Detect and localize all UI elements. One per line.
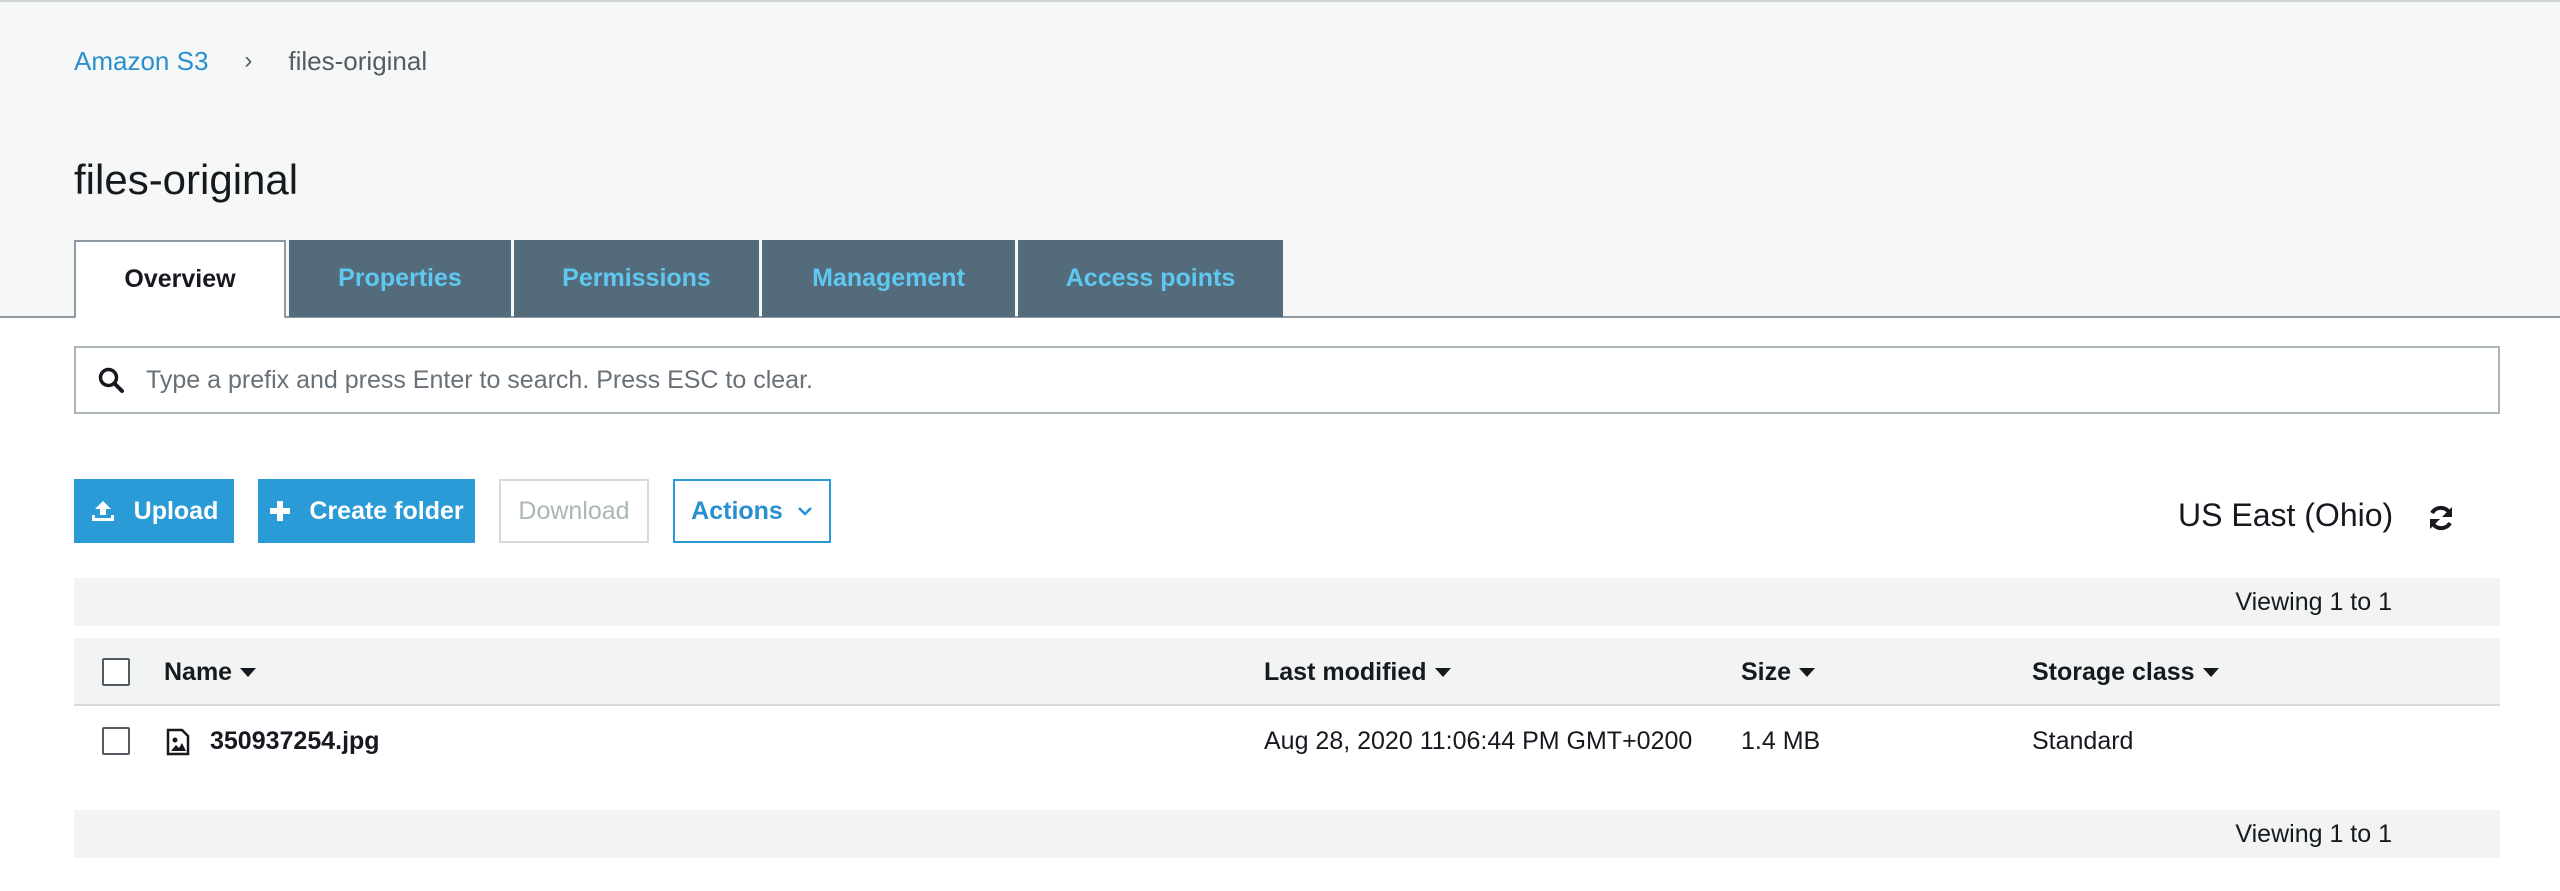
plus-icon: [269, 500, 291, 522]
breadcrumb-current: files-original: [288, 45, 428, 76]
viewing-bar-top: Viewing 1 to 1: [74, 578, 2500, 626]
toolbar: Upload Create folder Download Actions: [74, 479, 831, 543]
upload-label: Upload: [133, 496, 219, 525]
chevron-right-icon: ›: [244, 47, 253, 74]
column-size-label: Size: [1741, 657, 1792, 686]
chevron-down-icon: [797, 506, 813, 516]
file-name-link[interactable]: 350937254.jpg: [210, 708, 380, 774]
table-row: 350937254.jpg Aug 28, 2020 11:06:44 PM G…: [74, 708, 2500, 774]
sort-caret-icon: [240, 667, 257, 677]
select-all-checkbox[interactable]: [102, 658, 130, 686]
sort-caret-icon: [1434, 667, 1451, 677]
search-box: [74, 346, 2500, 414]
sort-caret-icon: [2202, 667, 2219, 677]
tab-overview[interactable]: Overview: [74, 240, 286, 319]
table-header: Name Last modified Size Storage class: [74, 638, 2500, 706]
search-icon: [76, 348, 146, 412]
upload-button[interactable]: Upload: [74, 479, 234, 543]
create-folder-button[interactable]: Create folder: [258, 479, 475, 543]
column-last-modified-label: Last modified: [1264, 657, 1427, 686]
tab-access-points[interactable]: Access points: [1018, 240, 1283, 317]
tab-properties[interactable]: Properties: [289, 240, 511, 317]
column-name-label: Name: [164, 657, 233, 686]
column-header-storage-class[interactable]: Storage class: [2032, 638, 2219, 706]
tab-permissions[interactable]: Permissions: [514, 240, 759, 317]
storage-class-cell: Standard: [2032, 726, 2134, 755]
actions-dropdown[interactable]: Actions: [673, 479, 831, 543]
viewing-range-top: Viewing 1 to 1: [2235, 587, 2392, 616]
breadcrumb: Amazon S3 › files-original: [74, 44, 427, 78]
actions-label: Actions: [691, 496, 783, 525]
download-button[interactable]: Download: [499, 479, 649, 543]
tab-bar: Overview Properties Permissions Manageme…: [74, 240, 1286, 319]
refresh-icon[interactable]: [2426, 503, 2456, 533]
search-input[interactable]: [146, 350, 2498, 410]
column-header-size[interactable]: Size: [1741, 638, 1816, 706]
upload-icon: [90, 498, 116, 524]
tab-management[interactable]: Management: [762, 240, 1015, 317]
size-cell: 1.4 MB: [1741, 726, 1821, 755]
breadcrumb-link-amazon-s3[interactable]: Amazon S3: [74, 46, 208, 77]
row-checkbox[interactable]: [102, 727, 130, 755]
viewing-range-bottom: Viewing 1 to 1: [2235, 819, 2392, 848]
column-storage-class-label: Storage class: [2032, 657, 2195, 686]
image-file-icon: [166, 728, 190, 761]
sort-caret-icon: [1799, 667, 1816, 677]
viewing-bar-bottom: Viewing 1 to 1: [74, 810, 2500, 858]
create-folder-label: Create folder: [309, 496, 464, 525]
column-header-last-modified[interactable]: Last modified: [1264, 638, 1451, 706]
last-modified-cell: Aug 28, 2020 11:06:44 PM GMT+0200: [1264, 726, 1693, 755]
column-header-name[interactable]: Name: [164, 638, 257, 706]
page-title: files-original: [74, 156, 299, 203]
region-label: US East (Ohio): [2178, 497, 2394, 533]
